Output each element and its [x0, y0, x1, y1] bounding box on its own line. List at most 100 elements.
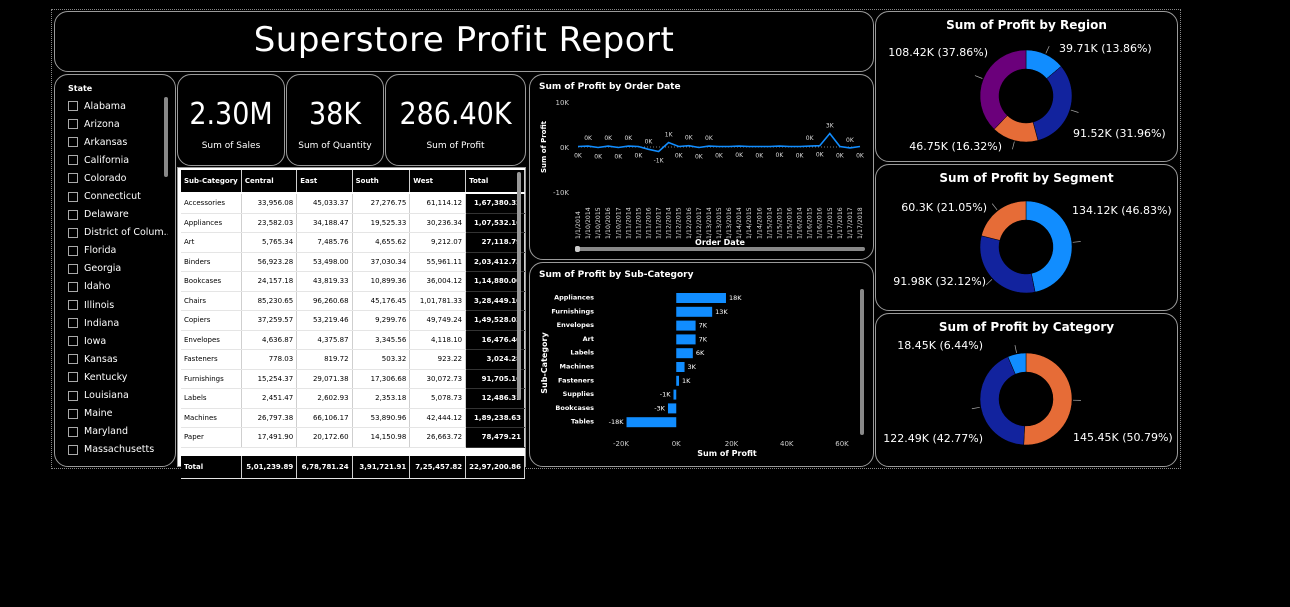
bar[interactable]	[667, 403, 677, 414]
slicer-item[interactable]: Massachusetts	[68, 441, 168, 459]
total-cell: 7,25,457.82	[409, 453, 467, 479]
cell: 43,819.33	[296, 271, 353, 292]
checkbox[interactable]	[68, 300, 78, 311]
slicer-item[interactable]: Illinois	[68, 296, 168, 314]
checkbox[interactable]	[68, 245, 78, 256]
scroll-handle[interactable]	[575, 246, 580, 252]
matrix-header[interactable]: Central	[241, 170, 298, 194]
checkbox[interactable]	[68, 408, 78, 419]
slicer-item[interactable]: Louisiana	[68, 387, 168, 405]
slicer-item[interactable]: Kansas	[68, 350, 168, 368]
bar[interactable]	[676, 306, 713, 317]
cell: 778.03	[241, 349, 298, 370]
bar[interactable]	[676, 375, 680, 386]
donut-slice[interactable]	[979, 49, 1027, 130]
profit-line[interactable]	[577, 132, 861, 153]
bar[interactable]	[676, 348, 693, 359]
cell: 49,749.24	[409, 310, 467, 331]
checkbox[interactable]	[68, 281, 78, 292]
bar[interactable]	[676, 293, 726, 303]
cell: 42,444.12	[409, 408, 467, 428]
bar-chart-scrollbar[interactable]	[860, 289, 864, 435]
slicer-item-label: Kentucky	[84, 371, 128, 383]
x-tick-label: 1/10/2014	[585, 207, 592, 239]
bar-chart[interactable]: Appliances 18K Furnishings 13K Envelopes 7K Ar…	[530, 263, 873, 466]
line-chart[interactable]: 10K 0K -10K Sum of Profit 0K 0K 0K 0K 0K 0K 0K 0K -1…	[530, 75, 873, 259]
matrix-header[interactable]: South	[352, 170, 411, 194]
bar[interactable]	[676, 320, 696, 331]
donut-chart-segment[interactable]: 134.12K (46.83%) 91.98K (32.12%) 60.3K (21…	[876, 165, 1177, 310]
slicer-item[interactable]: Connecticut	[68, 187, 168, 205]
donut-slice[interactable]	[1023, 352, 1073, 446]
checkbox[interactable]	[68, 173, 78, 184]
bar[interactable]	[626, 417, 677, 428]
slicer-item[interactable]: Arizona	[68, 115, 168, 133]
donut-chart-category[interactable]: 145.45K (50.79%) 122.49K (42.77%) 18.45K (…	[876, 314, 1177, 466]
cell: 23,582.03	[241, 213, 298, 233]
checkbox[interactable]	[68, 336, 78, 347]
slicer-item[interactable]: Florida	[68, 242, 168, 260]
checkbox[interactable]	[68, 426, 78, 437]
x-scrollbar[interactable]	[575, 247, 865, 251]
donut-slice[interactable]	[979, 235, 1036, 294]
donut-slice[interactable]	[1032, 66, 1073, 141]
x-tick-label: 40K	[780, 440, 794, 448]
slicer-item[interactable]: Indiana	[68, 314, 168, 332]
slicer-item[interactable]: Alabama	[68, 97, 168, 115]
matrix-header[interactable]: West	[409, 170, 467, 194]
donut-slice[interactable]	[981, 200, 1027, 241]
checkbox[interactable]	[68, 191, 78, 202]
checkbox[interactable]	[68, 390, 78, 401]
matrix-visual[interactable]: Sub-Category Central East South West Total Acc…	[177, 167, 526, 479]
slicer-scrollbar[interactable]	[164, 97, 168, 177]
donut-slice[interactable]	[1025, 200, 1073, 293]
slicer-item[interactable]: Kentucky	[68, 368, 168, 386]
state-slicer[interactable]: State Alabama Arizona Arkansas California Co…	[54, 74, 176, 467]
slicer-item[interactable]: Arkansas	[68, 133, 168, 151]
matrix-header[interactable]: Total	[465, 170, 525, 194]
bar[interactable]	[673, 389, 677, 400]
data-label: 0K	[645, 138, 654, 145]
cell: 3,345.56	[352, 330, 411, 350]
cell: 85,230.65	[241, 291, 298, 311]
slicer-item[interactable]: Maryland	[68, 423, 168, 441]
row-label: Machines	[181, 408, 242, 428]
matrix-header[interactable]: East	[296, 170, 353, 194]
donut-label: 108.42K (37.86%)	[888, 46, 988, 59]
data-label: 0K	[735, 152, 744, 159]
checkbox[interactable]	[68, 318, 78, 329]
bar[interactable]	[676, 334, 696, 345]
checkbox[interactable]	[68, 372, 78, 383]
donut-chart-region[interactable]: 39.71K (13.86%) 91.52K (31.96%) 46.75K (16…	[876, 12, 1177, 161]
checkbox[interactable]	[68, 444, 78, 455]
checkbox[interactable]	[68, 119, 78, 130]
checkbox[interactable]	[68, 137, 78, 148]
checkbox[interactable]	[68, 354, 78, 365]
matrix-scrollbar[interactable]	[517, 172, 521, 400]
checkbox[interactable]	[68, 101, 78, 112]
slicer-header: State	[68, 84, 93, 93]
slicer-item[interactable]: Maine	[68, 405, 168, 423]
checkbox[interactable]	[68, 209, 78, 220]
donut-label: 134.12K (46.83%)	[1072, 204, 1172, 217]
row-label: Envelopes	[181, 330, 242, 350]
checkbox[interactable]	[68, 155, 78, 166]
cell: 33,956.08	[241, 193, 298, 214]
slicer-item[interactable]: Idaho	[68, 278, 168, 296]
bar[interactable]	[676, 362, 685, 372]
checkbox[interactable]	[68, 263, 78, 274]
cell: 819.72	[296, 349, 353, 370]
leader-line	[991, 203, 998, 211]
slicer-item[interactable]: Georgia	[68, 260, 168, 278]
slicer-item[interactable]: Delaware	[68, 206, 168, 224]
slicer-item[interactable]: Iowa	[68, 332, 168, 350]
x-axis-title: Sum of Profit	[697, 449, 757, 458]
slicer-item-label: Georgia	[84, 263, 122, 275]
slicer-item-label: Illinois	[84, 299, 115, 311]
slicer-item[interactable]: District of Colum...	[68, 224, 168, 242]
slicer-item[interactable]: Colorado	[68, 169, 168, 187]
matrix-header[interactable]: Sub-Category	[181, 170, 242, 194]
checkbox[interactable]	[68, 227, 78, 238]
slicer-item[interactable]: California	[68, 151, 168, 169]
kpi-label: Sum of Profit	[426, 141, 485, 151]
